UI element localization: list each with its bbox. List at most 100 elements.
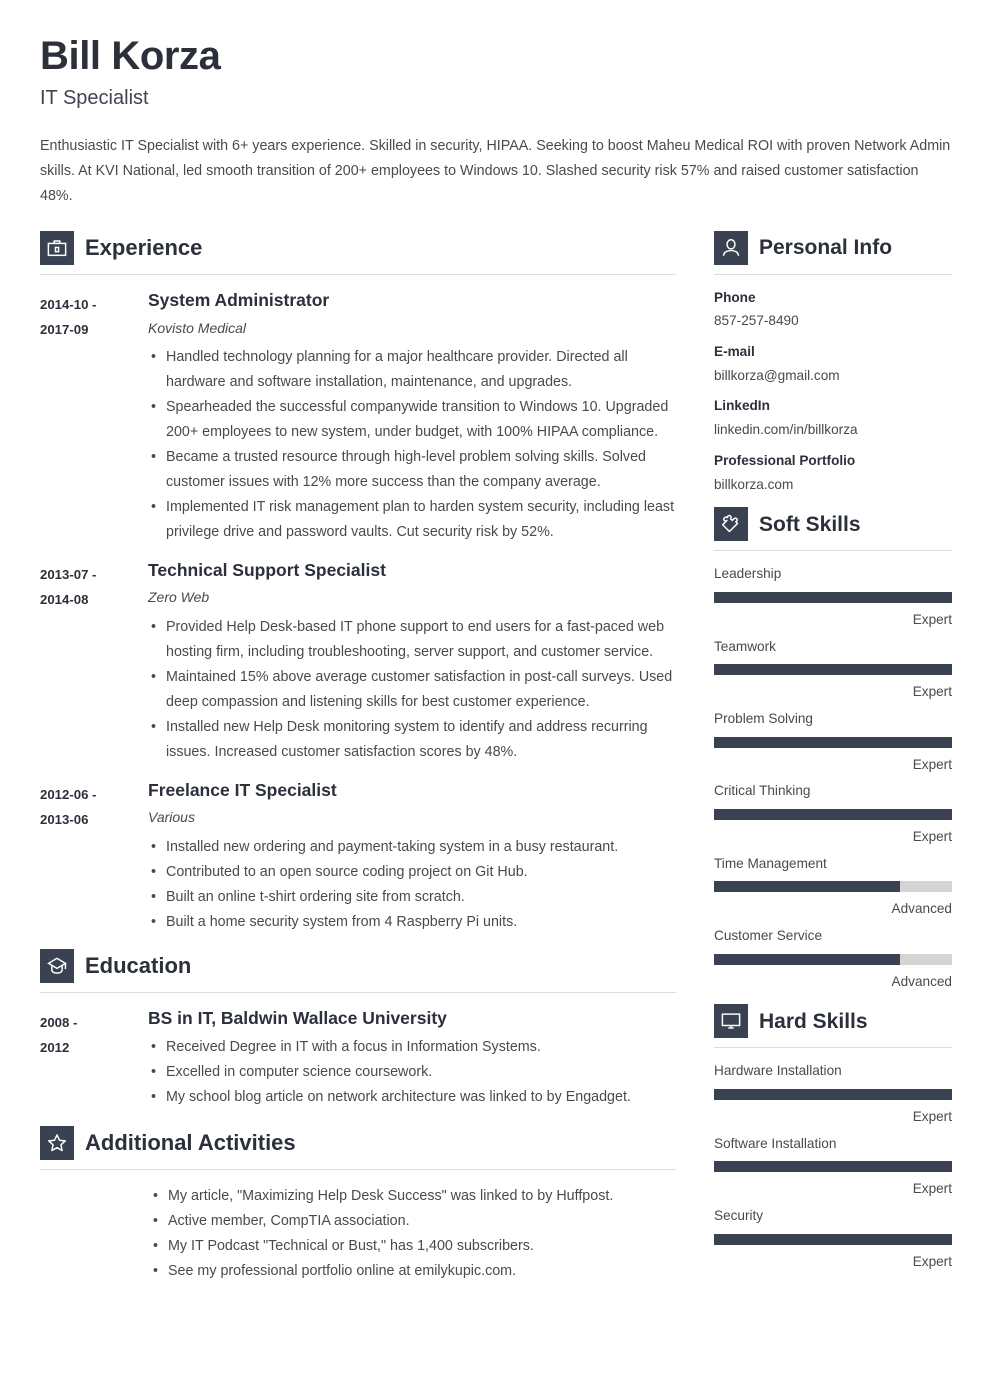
person-icon xyxy=(714,230,748,265)
entry-bullets: Installed new ordering and payment-takin… xyxy=(148,835,676,935)
info-value[interactable]: billkorza.com xyxy=(714,476,952,494)
bullet-item: Installed new Help Desk monitoring syste… xyxy=(148,715,676,765)
skill-level: Expert xyxy=(912,684,952,700)
skill-item: Software Installation Expert xyxy=(714,1135,952,1198)
skill-level: Expert xyxy=(912,1181,952,1197)
entry-dates: 2013-07 - 2014-08 xyxy=(40,559,148,765)
entry-date-end: 2012 xyxy=(40,1039,70,1055)
candidate-job-title: IT Specialist xyxy=(40,86,149,109)
entry-bullets: Received Degree in IT with a focus in In… xyxy=(148,1035,676,1110)
hard-skills-title: Hard Skills xyxy=(759,1009,868,1033)
entry-dates: 2014-10 - 2017-09 xyxy=(40,289,148,545)
activities-section: Additional Activities My article, "Maxim… xyxy=(40,1126,676,1284)
entry-body: Technical Support Specialist Zero Web Pr… xyxy=(148,559,676,765)
skill-level: Advanced xyxy=(891,901,952,917)
hard-skills-divider xyxy=(714,1047,952,1049)
bullet-item: Contributed to an open source coding pro… xyxy=(148,860,676,885)
monitor-icon xyxy=(714,1004,748,1039)
skill-item: Time Management Advanced xyxy=(714,855,952,918)
briefcase-icon xyxy=(40,230,74,265)
info-item-linkedin: LinkedIn linkedin.com/in/billkorza xyxy=(714,397,952,438)
experience-heading: Experience xyxy=(40,230,676,274)
skill-fill xyxy=(714,881,900,893)
entry-date-end: 2017-09 xyxy=(40,321,89,337)
soft-skills-divider xyxy=(714,550,952,552)
info-value[interactable]: billkorza@gmail.com xyxy=(714,367,952,385)
skill-track xyxy=(714,664,952,676)
sidebar-column: Personal Info Phone 857-257-8490 E-mail … xyxy=(714,230,952,1279)
resume-columns: Experience 2014-10 - 2017-09 System Admi… xyxy=(40,230,952,1289)
experience-entry: 2012-06 - 2013-06 Freelance IT Specialis… xyxy=(40,779,676,935)
entry-date-start: 2014-10 - xyxy=(40,296,97,312)
skill-item: Hardware Installation Expert xyxy=(714,1062,952,1125)
bullet-item: Built a home security system from 4 Rasp… xyxy=(148,910,676,935)
skill-fill xyxy=(714,1088,952,1100)
puzzle-piece-icon xyxy=(714,507,748,542)
bullet-item: My school blog article on network archit… xyxy=(148,1085,676,1110)
entry-organization: Kovisto Medical xyxy=(148,319,247,336)
entry-role: Technical Support Specialist xyxy=(148,559,386,580)
education-title: Education xyxy=(85,952,192,978)
bullet-item: See my professional portfolio online at … xyxy=(150,1259,676,1284)
bullet-item: Maintained 15% above average customer sa… xyxy=(148,665,676,715)
skill-name: Teamwork xyxy=(714,638,776,654)
entry-date-end: 2013-06 xyxy=(40,811,89,827)
activities-title: Additional Activities xyxy=(85,1130,296,1156)
experience-divider xyxy=(40,273,676,275)
soft-skills-title: Soft Skills xyxy=(759,512,861,536)
skill-level: Advanced xyxy=(891,973,952,989)
bullet-item: Installed new ordering and payment-takin… xyxy=(148,835,676,860)
skill-name: Customer Service xyxy=(714,927,823,943)
skill-level: Expert xyxy=(912,611,952,627)
bullet-item: My IT Podcast "Technical or Bust," has 1… xyxy=(150,1234,676,1259)
skill-name: Leadership xyxy=(714,566,782,582)
skill-track xyxy=(714,1088,952,1100)
personal-info-section: Personal Info Phone 857-257-8490 E-mail … xyxy=(714,230,952,493)
education-divider xyxy=(40,991,676,993)
bullet-item: Handled technology planning for a major … xyxy=(148,345,676,395)
info-value[interactable]: linkedin.com/in/billkorza xyxy=(714,421,952,439)
skill-item: Customer Service Advanced xyxy=(714,927,952,990)
skill-name: Security xyxy=(714,1207,764,1223)
bullet-item: My article, "Maximizing Help Desk Succes… xyxy=(150,1184,676,1209)
bullet-item: Built an online t-shirt ordering site fr… xyxy=(148,885,676,910)
entry-body: BS in IT, Baldwin Wallace University Rec… xyxy=(148,1007,676,1111)
skill-name: Hardware Installation xyxy=(714,1063,842,1079)
hard-skills-section: Hard Skills Hardware Installation Expert… xyxy=(714,1004,952,1270)
skill-level: Expert xyxy=(912,1253,952,1269)
skill-name: Critical Thinking xyxy=(714,783,811,799)
info-value: 857-257-8490 xyxy=(714,313,799,329)
activities-heading: Additional Activities xyxy=(40,1126,676,1169)
soft-skills-section: Soft Skills Leadership Expert Teamwork E… xyxy=(714,507,952,990)
bullet-item: Became a trusted resource through high-l… xyxy=(148,445,676,495)
hard-skills-heading: Hard Skills xyxy=(714,1004,952,1047)
skill-name: Time Management xyxy=(714,855,827,871)
bullet-item: Provided Help Desk-based IT phone suppor… xyxy=(148,615,676,665)
entry-degree: BS in IT, Baldwin Wallace University xyxy=(148,1007,447,1028)
skill-track xyxy=(714,736,952,748)
soft-skills-heading: Soft Skills xyxy=(714,507,952,550)
info-label: Phone xyxy=(714,289,756,305)
bullet-item: Implemented IT risk management plan to h… xyxy=(148,495,676,545)
skill-level: Expert xyxy=(912,756,952,772)
entry-role: Freelance IT Specialist xyxy=(148,779,337,800)
entry-dates: 2012-06 - 2013-06 xyxy=(40,779,148,935)
education-entry: 2008 - 2012 BS in IT, Baldwin Wallace Un… xyxy=(40,1007,676,1111)
experience-entry: 2014-10 - 2017-09 System Administrator K… xyxy=(40,289,676,545)
entry-role: System Administrator xyxy=(148,289,330,310)
entry-bullets: Provided Help Desk-based IT phone suppor… xyxy=(148,615,676,765)
bullet-item: Excelled in computer science coursework. xyxy=(148,1060,676,1085)
professional-summary: Enthusiastic IT Specialist with 6+ years… xyxy=(40,137,951,204)
skill-item: Security Expert xyxy=(714,1207,952,1270)
main-column: Experience 2014-10 - 2017-09 System Admi… xyxy=(40,230,676,1289)
skill-item: Leadership Expert xyxy=(714,565,952,628)
resume-page: Bill Korza IT Specialist Enthusiastic IT… xyxy=(0,0,990,1400)
info-item-portfolio: Professional Portfolio billkorza.com xyxy=(714,452,952,493)
entry-dates: 2008 - 2012 xyxy=(40,1007,148,1111)
bullet-item: Received Degree in IT with a focus in In… xyxy=(148,1035,676,1060)
experience-title: Experience xyxy=(85,234,203,260)
entry-bullets: Handled technology planning for a major … xyxy=(148,345,676,545)
bullet-item: Active member, CompTIA association. xyxy=(150,1209,676,1234)
info-label: LinkedIn xyxy=(714,398,770,414)
skill-fill xyxy=(714,1233,952,1245)
